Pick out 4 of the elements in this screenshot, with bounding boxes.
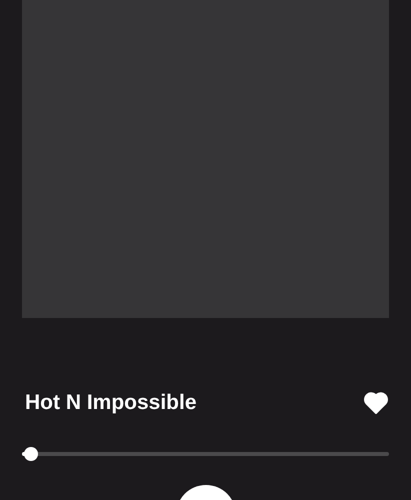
slider-thumb[interactable] bbox=[24, 447, 38, 461]
song-title: Hot N Impossible bbox=[25, 391, 197, 415]
progress-slider[interactable] bbox=[22, 447, 389, 461]
heart-icon[interactable] bbox=[364, 392, 388, 414]
